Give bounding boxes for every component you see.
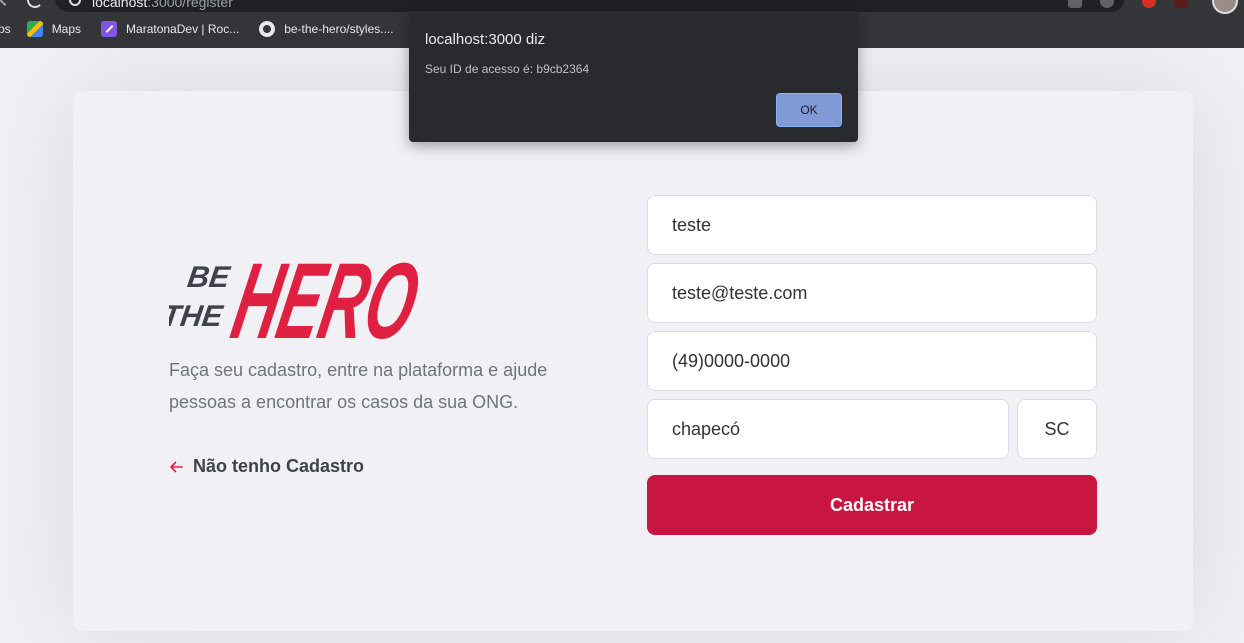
be-the-hero-logo: BE THE HERO: [169, 241, 421, 352]
register-description: Faça seu cadastro, entre na plataforma e…: [169, 360, 548, 412]
ong-name-input[interactable]: [647, 195, 1097, 255]
alert-message: Seu ID de acesso é: b9cb2364: [425, 62, 590, 76]
bookmark-label: ps: [0, 22, 11, 36]
bookmark-label: MaratonaDev | Roc...: [126, 22, 240, 36]
logo-text-hero: HERO: [223, 241, 421, 352]
bookmarks-bar: ps Maps MaratonaDev | Roc... be-the-hero…: [0, 17, 414, 41]
back-to-logon-link[interactable]: Não tenho Cadastro: [169, 456, 364, 477]
email-input[interactable]: [647, 263, 1097, 323]
bookmark-label: be-the-hero/styles....: [284, 22, 394, 36]
extension-icon[interactable]: [1142, 0, 1156, 8]
city-input[interactable]: [647, 399, 1009, 459]
alert-ok-button[interactable]: OK: [776, 93, 842, 127]
rocketseat-icon: [101, 21, 118, 37]
bookmark-apps[interactable]: ps: [0, 22, 11, 36]
bookmark-maratonadev[interactable]: MaratonaDev | Roc...: [101, 21, 239, 37]
github-icon: [259, 21, 276, 37]
translate-icon[interactable]: [1068, 0, 1082, 8]
arrow-left-icon: [170, 461, 183, 472]
bookmark-label: Maps: [51, 22, 82, 36]
alert-dialog: localhost:3000 diz Seu ID de acesso é: b…: [409, 11, 858, 142]
address-bar-url: localhost:3000/register: [92, 0, 233, 10]
reload-icon[interactable]: [27, 0, 43, 8]
back-link-label: Não tenho Cadastro: [193, 456, 365, 476]
whatsapp-input[interactable]: [647, 331, 1097, 391]
profile-avatar[interactable]: [1212, 0, 1238, 14]
uf-input[interactable]: [1017, 399, 1097, 459]
extension-icon[interactable]: [1174, 0, 1188, 8]
bookmark-maps[interactable]: Maps: [26, 21, 82, 37]
register-button[interactable]: Cadastrar: [647, 475, 1097, 535]
alert-title: localhost:3000 diz: [425, 31, 546, 48]
bookmark-github[interactable]: be-the-hero/styles....: [259, 21, 394, 37]
maps-icon: [26, 21, 43, 37]
logo-text-be: BE: [185, 261, 232, 294]
back-arrow-icon[interactable]: [0, 0, 13, 7]
logo-text-the: THE: [169, 300, 225, 333]
